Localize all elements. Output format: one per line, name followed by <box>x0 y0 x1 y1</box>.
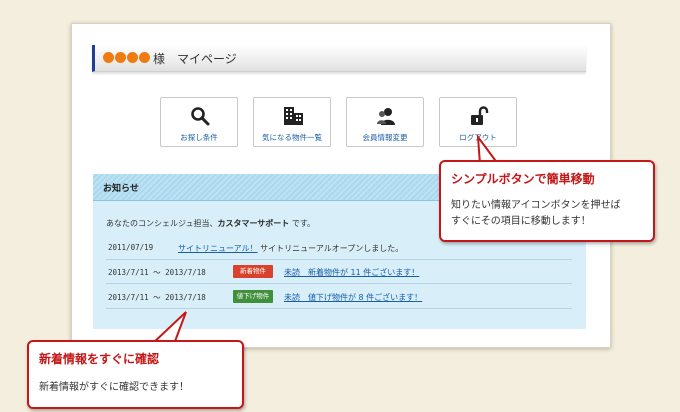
callout-body-2: すぐにその項目に移動します！ <box>451 216 591 227</box>
feature-callout-news: 新着情報をすぐに確認 新着情報がすぐに確認できます！ <box>27 340 244 409</box>
news-row: 2013/7/11 ～ 2013/7/18 新着物件 未読 新着物件が 11 件… <box>106 261 572 284</box>
user-icon <box>377 108 395 125</box>
button-label: お探し条件 <box>180 133 218 142</box>
page-title: 様 マイページ <box>153 52 237 66</box>
news-title: お知らせ <box>103 184 139 194</box>
masked-username <box>103 52 150 63</box>
intro-prefix: あなたのコンシェルジュ担当、 <box>106 219 218 228</box>
callout-body-1: 知りたい情報アイコンボタンを押せば <box>451 200 621 211</box>
price-drop-badge: 値下げ物件 <box>233 290 273 303</box>
search-icon <box>191 107 210 126</box>
news-text: サイトリニューアルオープンしました。 <box>260 244 404 253</box>
intro-suffix: です。 <box>291 219 316 228</box>
name-dot <box>139 52 150 63</box>
renewal-link[interactable]: サイトリニューアル！ <box>178 244 258 253</box>
news-date: 2013/7/11 ～ 2013/7/18 <box>108 293 206 302</box>
search-conditions-button[interactable]: お探し条件 <box>160 97 238 147</box>
news-date: 2013/7/11 ～ 2013/7/18 <box>108 268 206 277</box>
name-dot <box>115 52 126 63</box>
callout-title: シンプルボタンで簡単移動 <box>451 172 595 186</box>
member-info-button[interactable]: 会員情報変更 <box>346 97 424 147</box>
name-dot <box>103 52 114 63</box>
new-listings-link[interactable]: 未読 新着物件が 11 件ございます！ <box>284 267 419 278</box>
news-row: 2013/7/11 ～ 2013/7/18 値下げ物件 未読 値下げ物件が 8 … <box>106 286 572 309</box>
button-label: 気になる物件一覧 <box>262 133 322 142</box>
page-header: 様 マイページ <box>92 45 586 72</box>
button-label: 会員情報変更 <box>362 133 408 142</box>
concierge-name: カスタマーサポート <box>217 219 290 228</box>
news-date: 2011/07/19 <box>108 243 154 252</box>
name-dot <box>127 52 138 63</box>
building-icon <box>284 107 303 125</box>
news-intro: あなたのコンシェルジュ担当、カスタマーサポート です。 <box>106 218 315 229</box>
price-drop-link[interactable]: 未読 値下げ物件が 8 件ございます！ <box>284 292 422 303</box>
new-listing-badge: 新着物件 <box>233 265 273 278</box>
feature-callout-buttons: シンプルボタンで簡単移動 知りたい情報アイコンボタンを押せば すぐにその項目に移… <box>439 160 655 242</box>
unlock-icon <box>471 106 489 125</box>
callout-title: 新着情報をすぐに確認 <box>39 352 160 366</box>
favorites-list-button[interactable]: 気になる物件一覧 <box>253 97 331 147</box>
callout-body: 新着情報がすぐに確認できます！ <box>39 382 189 393</box>
